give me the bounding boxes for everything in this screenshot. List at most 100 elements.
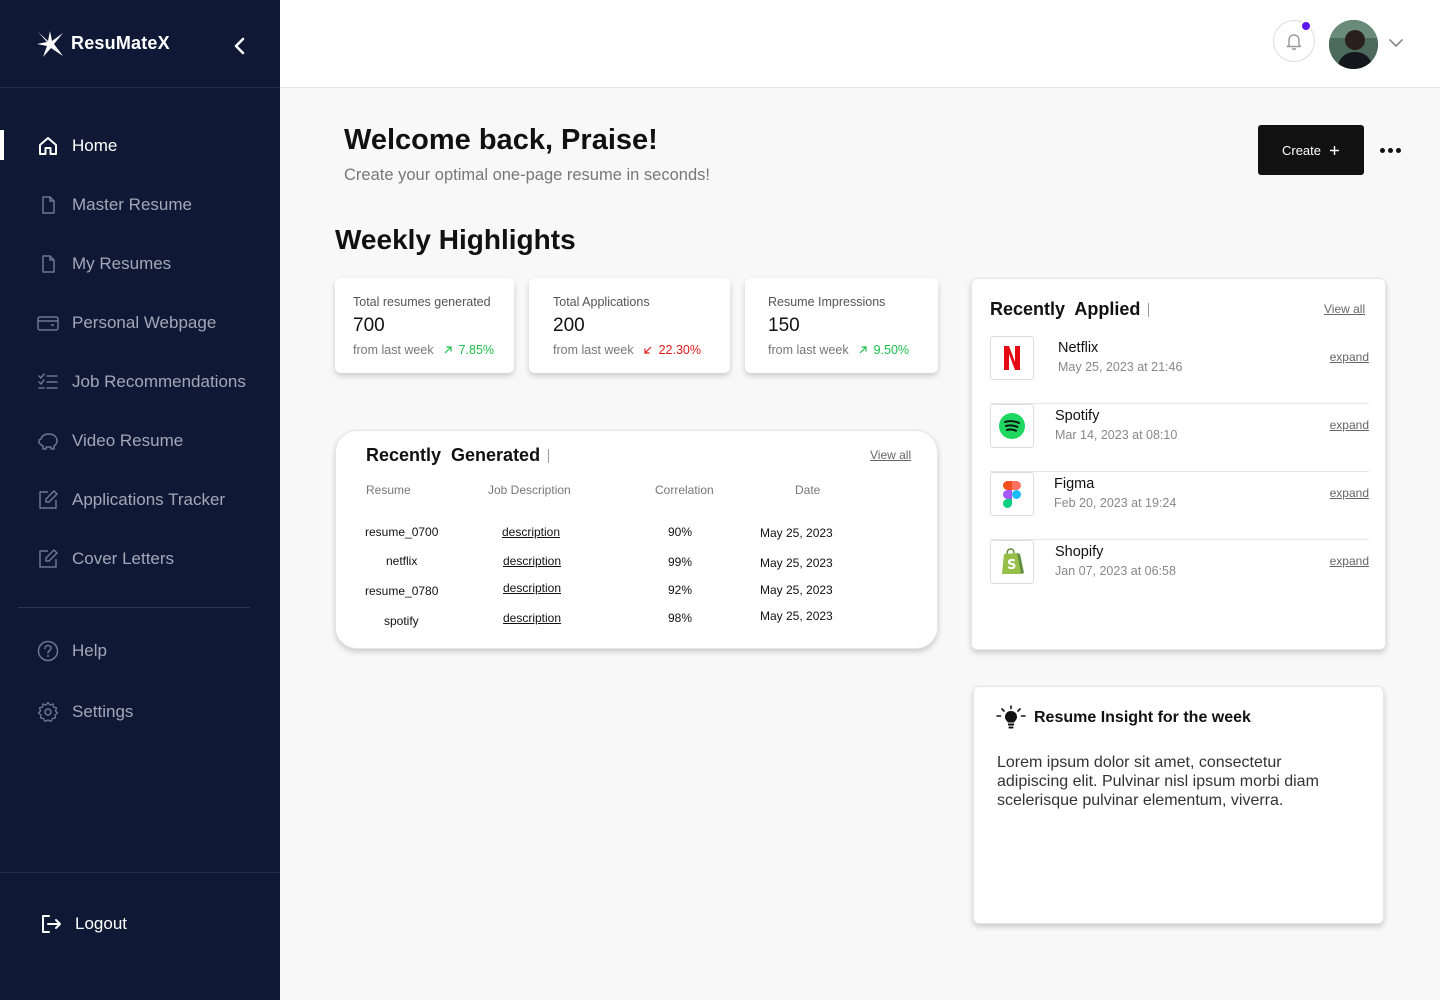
- title-caret: [548, 448, 550, 463]
- sidebar-item-home[interactable]: Home: [0, 116, 280, 175]
- table-cell-resume[interactable]: resume_0780: [365, 584, 438, 598]
- trend-up: 7.85%: [443, 343, 494, 357]
- bell-icon: [1286, 34, 1302, 51]
- sidebar-item-label: Personal Webpage: [72, 312, 217, 332]
- column-header: Job Description: [488, 483, 571, 497]
- notifications-button[interactable]: [1273, 20, 1315, 62]
- page-title: Welcome back, Praise!: [344, 124, 658, 156]
- insight-body: Lorem ipsum dolor sit amet, consectetur …: [997, 754, 1319, 809]
- edit-icon: [39, 489, 58, 509]
- table-cell-description[interactable]: description: [503, 554, 561, 568]
- view-all-link[interactable]: View all: [1324, 302, 1365, 316]
- sidebar-nav: Home Master Resume My Resumes Personal W…: [0, 116, 280, 588]
- arrow-down-left-icon: [643, 346, 652, 354]
- more-dot: [1396, 147, 1401, 153]
- table-cell-description[interactable]: description: [502, 525, 560, 539]
- more-options-button[interactable]: [1380, 140, 1404, 160]
- logout-icon: [42, 915, 61, 933]
- stat-foot-text: from last week: [768, 343, 849, 357]
- sidebar-item-applications-tracker[interactable]: Applications Tracker: [0, 470, 280, 529]
- table-cell-date: May 25, 2023: [760, 609, 833, 623]
- list-item[interactable]: Netflix May 25, 2023 at 21:46 expand: [990, 336, 1369, 404]
- netflix-icon: [990, 336, 1034, 380]
- chevron-left-icon[interactable]: [230, 36, 250, 56]
- sidebar-secondary-nav: Help Settings: [0, 620, 280, 742]
- logo-icon: [37, 30, 63, 57]
- list-item[interactable]: S Shopify Jan 07, 2023 at 06:58 expand: [990, 540, 1369, 608]
- sidebar-item-label: Settings: [72, 701, 134, 721]
- trend-value: 7.85%: [458, 343, 495, 357]
- expand-link[interactable]: expand: [1330, 554, 1369, 568]
- list-item[interactable]: Figma Feb 20, 2023 at 19:24 expand: [990, 472, 1369, 540]
- column-header: Correlation: [655, 483, 714, 497]
- table-cell-description[interactable]: description: [503, 581, 561, 595]
- expand-link[interactable]: expand: [1330, 350, 1369, 364]
- applied-date: May 25, 2023 at 21:46: [1058, 360, 1183, 374]
- topbar: [280, 0, 1440, 88]
- sidebar-item-video-resume[interactable]: Video Resume: [0, 411, 280, 470]
- card-title: Recently Generated: [366, 445, 550, 466]
- sidebar-item-personal-webpage[interactable]: Personal Webpage: [0, 293, 280, 352]
- create-button-label: Create: [1281, 142, 1322, 158]
- stat-foot-text: from last week: [553, 343, 634, 357]
- page-subtitle: Create your optimal one-page resume in s…: [344, 166, 710, 184]
- notification-dot: [1301, 21, 1311, 31]
- plus-icon: [1330, 145, 1340, 155]
- card-title-text: Recently Generated: [366, 445, 541, 465]
- stat-value: 200: [553, 315, 585, 336]
- chevron-down-icon[interactable]: [1387, 36, 1405, 50]
- table-cell-resume[interactable]: spotify: [384, 614, 419, 628]
- spotify-icon: [990, 404, 1034, 448]
- sidebar-item-label: My Resumes: [72, 253, 172, 273]
- sidebar-item-label: Job Recommendations: [72, 371, 246, 391]
- table-cell-resume[interactable]: netflix: [386, 554, 417, 568]
- applied-date: Jan 07, 2023 at 06:58: [1055, 564, 1176, 578]
- applied-date: Mar 14, 2023 at 08:10: [1055, 428, 1178, 442]
- piggy-icon: [38, 432, 58, 450]
- edit-icon: [39, 548, 58, 568]
- sidebar-item-job-recommendations[interactable]: Job Recommendations: [0, 352, 280, 411]
- stat-label: Total resumes generated: [353, 295, 491, 309]
- more-dot: [1388, 147, 1393, 153]
- stat-label: Resume Impressions: [768, 295, 886, 309]
- card-title-text: Recently Applied: [990, 299, 1141, 319]
- expand-link[interactable]: expand: [1330, 486, 1369, 500]
- brand: ResuMateX: [0, 0, 280, 88]
- logout-section: Logout: [0, 872, 280, 1000]
- section-title: Weekly Highlights: [335, 224, 576, 255]
- stat-foot: from last week 22.30%: [553, 343, 730, 357]
- stat-card-resumes: Total resumes generated 700 from last we…: [335, 278, 514, 373]
- expand-link[interactable]: expand: [1330, 418, 1369, 432]
- table-cell-resume[interactable]: resume_0700: [365, 525, 438, 539]
- app-name: ResuMateX: [71, 33, 170, 53]
- sidebar-divider: [18, 607, 250, 608]
- stat-foot-text: from last week: [353, 343, 434, 357]
- applied-date: Feb 20, 2023 at 19:24: [1054, 496, 1177, 510]
- logout-button[interactable]: Logout: [40, 913, 127, 935]
- sidebar-item-master-resume[interactable]: Master Resume: [0, 175, 280, 234]
- lightbulb-icon: [996, 705, 1026, 729]
- view-all-link[interactable]: View all: [870, 448, 911, 462]
- insight-title: Resume Insight for the week: [1034, 709, 1251, 726]
- column-header: Date: [795, 483, 821, 497]
- checklist-icon: [38, 372, 58, 389]
- sidebar-item-settings[interactable]: Settings: [0, 681, 280, 742]
- table-cell-description[interactable]: description: [503, 611, 561, 625]
- resume-insight-card: Resume Insight for the week Lorem ipsum …: [973, 686, 1384, 924]
- help-icon: [37, 640, 59, 661]
- create-button[interactable]: Create: [1258, 125, 1364, 175]
- sidebar-item-my-resumes[interactable]: My Resumes: [0, 234, 280, 293]
- sidebar-item-help[interactable]: Help: [0, 620, 280, 681]
- avatar-image: [1329, 20, 1378, 69]
- recently-generated-card: Recently Generated View all Resume Job D…: [335, 430, 938, 649]
- sidebar: ResuMateX Home Master Resume My Resumes …: [0, 0, 280, 1000]
- list-item[interactable]: Spotify Mar 14, 2023 at 08:10 expand: [990, 404, 1369, 472]
- sidebar-item-cover-letters[interactable]: Cover Letters: [0, 529, 280, 588]
- table-cell-date: May 25, 2023: [760, 526, 833, 540]
- company-name: Spotify: [1055, 408, 1100, 424]
- table-cell-correlation: 90%: [668, 525, 693, 539]
- avatar[interactable]: [1329, 20, 1378, 69]
- stat-value: 150: [768, 315, 800, 336]
- more-dot: [1380, 147, 1385, 153]
- company-name: Netflix: [1058, 340, 1099, 356]
